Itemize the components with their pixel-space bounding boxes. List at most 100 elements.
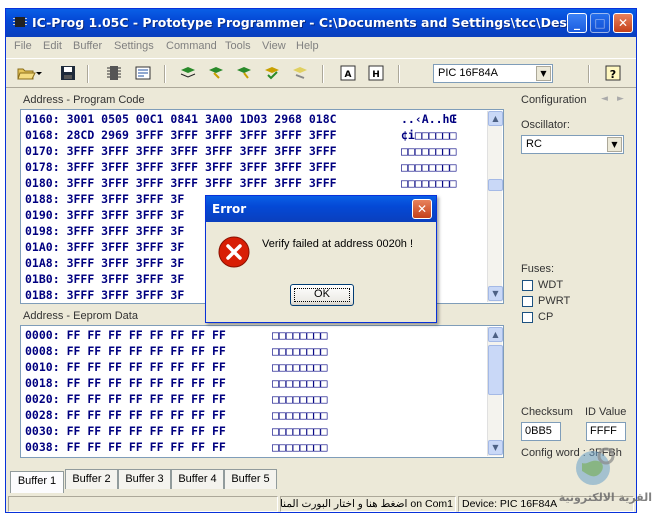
maximize-button[interactable]: □	[590, 13, 610, 33]
wdt-checkbox[interactable]	[522, 280, 533, 291]
scroll-up-button[interactable]: ▲	[488, 111, 503, 126]
program-code-values[interactable]: 3FFF 3FFF 3FFF 3FFF 3FFF 3FFF 3FFF 3FFF	[67, 176, 337, 190]
menu-edit[interactable]: Edit	[43, 40, 62, 52]
eeprom-row[interactable]: 0030: FF FF FF FF FF FF FF FF □□□□□□□□	[25, 424, 327, 440]
program-code-values[interactable]: 3FFF 3FFF 3FFF 3F	[67, 288, 185, 302]
eeprom-values[interactable]: FF FF FF FF FF FF FF FF	[67, 376, 226, 390]
program-code-row[interactable]: 01A0: 3FFF 3FFF 3FFF 3F	[25, 240, 184, 256]
minimize-button[interactable]: _	[567, 13, 587, 33]
program-code-values[interactable]: 3001 0505 00C1 0841 3A00 1D03 2968 018C	[67, 112, 337, 126]
eeprom-row[interactable]: 0010: FF FF FF FF FF FF FF FF □□□□□□□□	[25, 360, 327, 376]
program-code-row[interactable]: 0168: 28CD 2969 3FFF 3FFF 3FFF 3FFF 3FFF…	[25, 128, 456, 144]
program-code-values[interactable]: 3FFF 3FFF 3FFF 3F	[67, 256, 185, 270]
program-button[interactable]	[206, 64, 226, 82]
menu-tools[interactable]: Tools	[225, 40, 251, 52]
scroll-down-button[interactable]: ▼	[488, 440, 503, 455]
erase-button[interactable]	[234, 64, 254, 82]
dialog-title-bar[interactable]: Error ✕	[206, 196, 436, 222]
program-code-scrollbar[interactable]: ▲ ▼	[487, 111, 503, 302]
oscillator-select[interactable]: RC ▼	[521, 135, 624, 154]
menu-view[interactable]: View	[262, 40, 286, 52]
program-code-row[interactable]: 01B8: 3FFF 3FFF 3FFF 3F	[25, 288, 185, 303]
program-code-row[interactable]: 0170: 3FFF 3FFF 3FFF 3FFF 3FFF 3FFF 3FFF…	[25, 144, 456, 160]
program-code-address: 0178:	[25, 160, 60, 174]
program-code-row[interactable]: 0160: 3001 0505 00C1 0841 3A00 1D03 2968…	[25, 112, 456, 128]
program-code-row[interactable]: 0198: 3FFF 3FFF 3FFF 3F	[25, 224, 184, 240]
program-code-values[interactable]: 28CD 2969 3FFF 3FFF 3FFF 3FFF 3FFF 3FFF	[67, 128, 337, 142]
pwrt-checkbox[interactable]	[522, 296, 533, 307]
verify-button[interactable]	[262, 64, 282, 82]
blank-check-icon	[293, 67, 307, 79]
view-hex-button[interactable]: H	[366, 64, 386, 82]
eeprom-values[interactable]: FF FF FF FF FF FF FF FF	[67, 424, 226, 438]
program-code-values[interactable]: 3FFF 3FFF 3FFF 3FFF 3FFF 3FFF 3FFF 3FFF	[67, 160, 337, 174]
menu-file[interactable]: File	[14, 40, 32, 52]
status-bar: on Com1 اضغط هنا و اختار البورت المناسب …	[6, 496, 636, 513]
eeprom-values[interactable]: FF FF FF FF FF FF FF FF	[67, 328, 226, 342]
eeprom-values[interactable]: FF FF FF FF FF FF FF FF	[67, 440, 226, 454]
tab-buffer-2[interactable]: Buffer 2	[65, 469, 118, 489]
chip-button[interactable]	[104, 64, 124, 82]
program-code-row[interactable]: 01A8: 3FFF 3FFF 3FFF 3F	[25, 256, 184, 272]
eeprom-values[interactable]: FF FF FF FF FF FF FF FF	[67, 344, 226, 358]
nav-left-icon[interactable]: ◄	[601, 94, 608, 104]
eeprom-row[interactable]: 0028: FF FF FF FF FF FF FF FF □□□□□□□□	[25, 408, 327, 424]
scrollbar-thumb[interactable]	[488, 345, 503, 395]
cp-checkbox[interactable]	[522, 312, 533, 323]
help-button[interactable]: ?	[603, 64, 623, 82]
scrollbar-thumb[interactable]	[488, 179, 503, 191]
chevron-down-icon	[36, 72, 42, 75]
chevron-down-icon[interactable]: ▼	[536, 66, 551, 81]
eeprom-row[interactable]: 0008: FF FF FF FF FF FF FF FF □□□□□□□□	[25, 344, 327, 360]
menu-help[interactable]: Help	[296, 40, 319, 52]
config-button[interactable]	[133, 64, 153, 82]
menu-settings[interactable]: Settings	[114, 40, 154, 52]
tab-buffer-5[interactable]: Buffer 5	[224, 469, 277, 489]
scroll-up-button[interactable]: ▲	[488, 327, 503, 342]
eeprom-row[interactable]: 0018: FF FF FF FF FF FF FF FF □□□□□□□□	[25, 376, 327, 392]
eeprom-values[interactable]: FF FF FF FF FF FF FF FF	[67, 360, 226, 374]
device-select[interactable]: PIC 16F84A ▼	[433, 64, 553, 83]
view-asm-button[interactable]: A	[338, 64, 358, 82]
program-code-row[interactable]: 0190: 3FFF 3FFF 3FFF 3F	[25, 208, 184, 224]
eeprom-row[interactable]: 0038: FF FF FF FF FF FF FF FF □□□□□□□□	[25, 440, 327, 456]
menu-command[interactable]: Command	[166, 40, 217, 52]
tab-buffer-1[interactable]: Buffer 1	[10, 471, 64, 493]
program-code-row[interactable]: 0188: 3FFF 3FFF 3FFF 3F	[25, 192, 184, 208]
toolbar-separator	[588, 65, 590, 83]
program-code-values[interactable]: 3FFF 3FFF 3FFF 3F	[67, 240, 185, 254]
menu-buffer[interactable]: Buffer	[73, 40, 102, 52]
tab-buffer-4[interactable]: Buffer 4	[171, 469, 224, 489]
program-code-values[interactable]: 3FFF 3FFF 3FFF 3FFF 3FFF 3FFF 3FFF 3FFF	[67, 144, 337, 158]
ok-button[interactable]: OK	[290, 284, 354, 306]
eeprom-values[interactable]: FF FF FF FF FF FF FF FF	[67, 392, 226, 406]
tab-buffer-3[interactable]: Buffer 3	[118, 469, 171, 489]
globe-logo-icon	[576, 447, 615, 485]
close-button[interactable]: ✕	[613, 13, 633, 33]
read-button[interactable]	[178, 64, 198, 82]
program-code-values[interactable]: 3FFF 3FFF 3FFF 3F	[67, 272, 185, 286]
title-bar[interactable]: IC-Prog 1.05C - Prototype Programmer - C…	[6, 9, 636, 37]
program-code-values[interactable]: 3FFF 3FFF 3FFF 3F	[67, 224, 185, 238]
eeprom-row[interactable]: 0000: FF FF FF FF FF FF FF FF □□□□□□□□	[25, 328, 327, 344]
id-value-field[interactable]: FFFF	[586, 422, 626, 441]
program-code-row[interactable]: 01B0: 3FFF 3FFF 3FFF 3F	[25, 272, 184, 288]
save-button[interactable]	[58, 64, 78, 82]
eeprom-values[interactable]: FF FF FF FF FF FF FF FF	[67, 408, 226, 422]
blank-check-button[interactable]	[290, 64, 310, 82]
eeprom-data-scrollbar[interactable]: ▲ ▼	[487, 327, 503, 456]
chevron-down-icon[interactable]: ▼	[607, 137, 622, 152]
program-code-row[interactable]: 0178: 3FFF 3FFF 3FFF 3FFF 3FFF 3FFF 3FFF…	[25, 160, 456, 176]
nav-right-icon[interactable]: ►	[617, 94, 624, 104]
program-code-label: Address - Program Code	[23, 94, 145, 106]
program-code-row[interactable]: 0180: 3FFF 3FFF 3FFF 3FFF 3FFF 3FFF 3FFF…	[25, 176, 456, 192]
dialog-close-button[interactable]: ✕	[412, 199, 432, 219]
program-code-values[interactable]: 3FFF 3FFF 3FFF 3F	[67, 192, 185, 206]
program-code-values[interactable]: 3FFF 3FFF 3FFF 3F	[67, 208, 185, 222]
scroll-down-button[interactable]: ▼	[488, 286, 503, 301]
status-port: on Com1 اضغط هنا و اختار البورت المناسب	[280, 496, 456, 512]
open-button[interactable]	[16, 64, 36, 82]
eeprom-row[interactable]: 0020: FF FF FF FF FF FF FF FF □□□□□□□□	[25, 392, 327, 408]
eeprom-data-grid[interactable]: ▲ ▼ 0000: FF FF FF FF FF FF FF FF □□□□□□□…	[20, 325, 504, 458]
open-dropdown-button[interactable]	[35, 64, 43, 82]
